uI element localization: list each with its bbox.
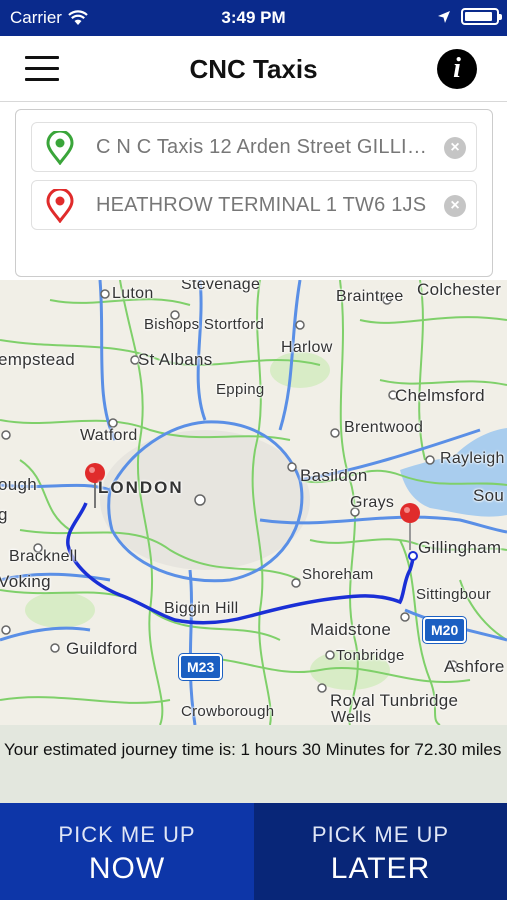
- location-arrow-icon: [438, 10, 450, 23]
- map-label-edge: g: [0, 505, 8, 524]
- map-label-hemel: empstead: [0, 350, 76, 369]
- map-label-luton: Luton: [112, 285, 154, 302]
- info-icon[interactable]: i: [437, 49, 477, 89]
- pickup-field[interactable]: C N C Taxis 12 Arden Street GILLINGHAM ×: [31, 122, 477, 172]
- map-label-ashford: Ashfore: [444, 657, 505, 676]
- now-button-line1: PICK ME UP: [58, 822, 196, 847]
- pickup-address: C N C Taxis 12 Arden Street GILLINGHAM: [96, 136, 436, 158]
- map-label-gillingham: Gillingham: [418, 538, 502, 557]
- map-label-sittingbourne: Sittingbour: [416, 586, 492, 603]
- map-label-guildford: Guildford: [66, 639, 138, 658]
- address-panel: C N C Taxis 12 Arden Street GILLINGHAM ×…: [15, 109, 493, 277]
- map-label-st-albans: St Albans: [138, 350, 213, 369]
- pick-me-up-later-button[interactable]: PICK ME UP LATER: [254, 803, 507, 900]
- map-label-basildon: Basildon: [300, 466, 368, 485]
- map-label-bishops-stortford: Bishops Stortford: [144, 316, 265, 333]
- page-title: CNC Taxis: [189, 54, 318, 84]
- map-label-harlow: Harlow: [281, 339, 333, 356]
- map-label-chelmsford: Chelmsford: [395, 386, 485, 405]
- map-label-bracknell: Bracknell: [9, 548, 78, 565]
- m20-road-shield: M20: [423, 617, 467, 643]
- map-label-stevenage: Stevenage: [181, 280, 261, 293]
- destination-pin-icon: [46, 189, 74, 223]
- map-label-slough: ough: [0, 475, 38, 494]
- now-button-line2: NOW: [88, 852, 166, 885]
- clear-pickup-icon[interactable]: ×: [444, 137, 466, 159]
- map-label-watford: Watford: [80, 427, 138, 444]
- pick-me-up-now-button[interactable]: PICK ME UP NOW: [0, 803, 254, 900]
- nav-bar: CNC Taxis i: [0, 36, 507, 102]
- later-button-line1: PICK ME UP: [311, 822, 450, 847]
- route-map[interactable]: Luton Stevenage Braintree Colchester Bis…: [0, 280, 507, 725]
- map-label-rayleigh: Rayleigh: [440, 450, 505, 467]
- m23-road-shield: M23: [179, 654, 223, 680]
- pickup-pin-icon: [46, 131, 74, 165]
- map-label-wells: Wells: [331, 709, 372, 725]
- status-bar: Carrier 3:49 PM: [0, 0, 507, 36]
- map-label-biggin-hill: Biggin Hill: [164, 600, 239, 617]
- map-label-brentwood: Brentwood: [344, 419, 424, 436]
- map-label-braintree: Braintree: [336, 288, 404, 305]
- later-button-line2: LATER: [330, 852, 431, 885]
- status-time: 3:49 PM: [221, 8, 286, 27]
- destination-field[interactable]: HEATHROW TERMINAL 1 TW6 1JS ×: [31, 180, 477, 230]
- destination-address: HEATHROW TERMINAL 1 TW6 1JS: [96, 194, 427, 216]
- map-label-maidstone: Maidstone: [310, 620, 392, 639]
- map-label-tonbridge: Tonbridge: [336, 647, 405, 664]
- map-label-southend: Sou: [473, 486, 505, 505]
- map-label-grays: Grays: [350, 494, 395, 511]
- map-label-colchester: Colchester: [417, 280, 502, 299]
- map-label-london: LONDON: [98, 478, 184, 497]
- map-label-royal-tunbridge: Royal Tunbridge: [330, 691, 459, 710]
- clear-destination-icon[interactable]: ×: [444, 195, 466, 217]
- map-label-epping: Epping: [216, 381, 265, 398]
- battery-icon: [461, 8, 502, 25]
- map-label-shoreham: Shoreham: [302, 566, 374, 583]
- map-label-crowborough: Crowborough: [181, 703, 275, 720]
- journey-estimate: Your estimated journey time is: 1 hours …: [0, 725, 507, 803]
- map-label-woking: Voking: [0, 572, 51, 591]
